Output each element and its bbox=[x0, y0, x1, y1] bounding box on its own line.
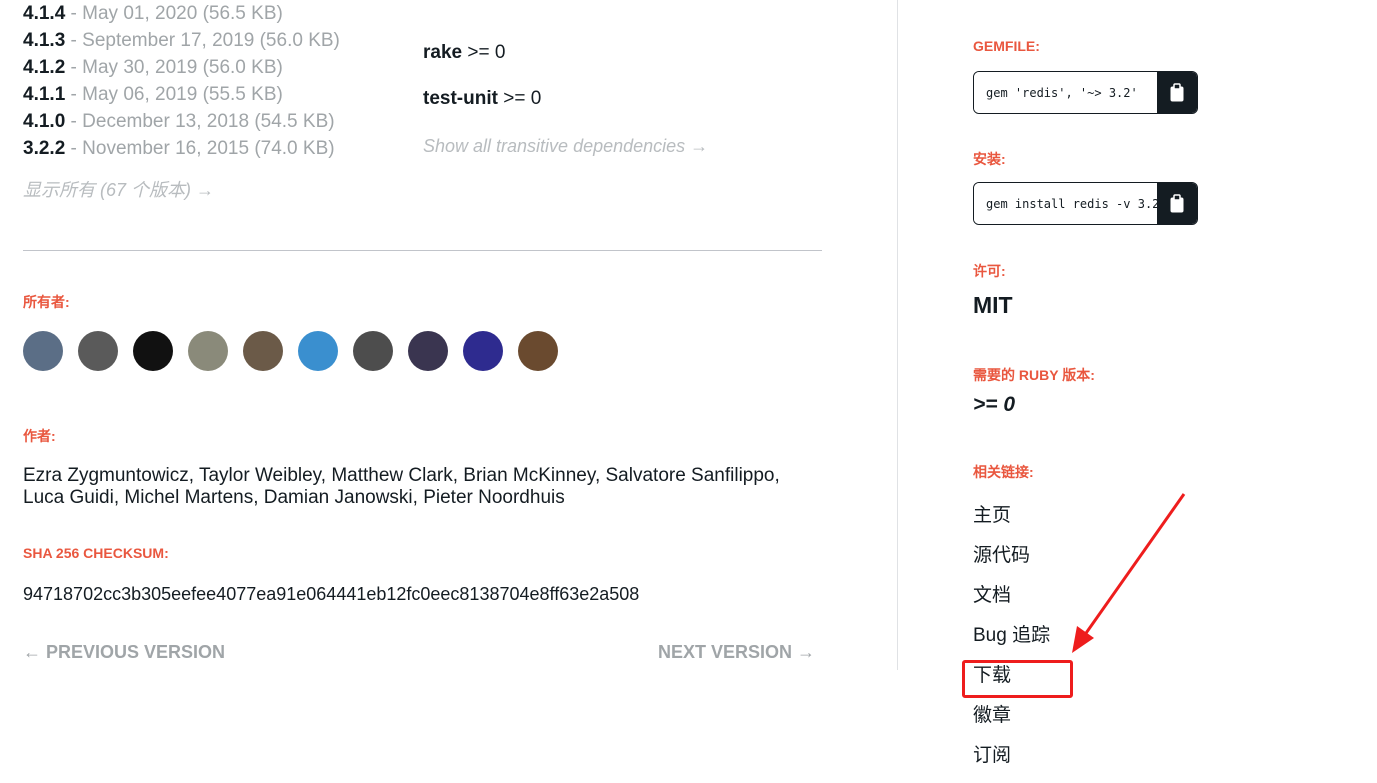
dependency-name[interactable]: rake bbox=[423, 42, 462, 63]
next-version-link[interactable]: NEXT VERSION → bbox=[658, 642, 815, 663]
avatar[interactable] bbox=[353, 331, 393, 371]
version-meta: - May 30, 2019 (56.0 KB) bbox=[70, 57, 283, 78]
copy-gemfile-button[interactable] bbox=[1157, 72, 1197, 113]
previous-version-link[interactable]: ← PREVIOUS VERSION bbox=[23, 642, 225, 663]
links-label: 相关链接: bbox=[973, 464, 1034, 480]
avatar[interactable] bbox=[408, 331, 448, 371]
badge-link[interactable]: 徽章 bbox=[973, 703, 1050, 743]
authors-label: 作者: bbox=[23, 428, 56, 444]
license-label: 许可: bbox=[973, 263, 1006, 279]
sidebar-divider bbox=[897, 0, 898, 670]
version-number[interactable]: 4.1.4 bbox=[23, 3, 65, 24]
license-value: MIT bbox=[973, 292, 1013, 318]
avatar[interactable] bbox=[133, 331, 173, 371]
sha-label: SHA 256 CHECKSUM: bbox=[23, 545, 169, 561]
subscribe-link[interactable]: 订阅 bbox=[973, 743, 1050, 783]
divider bbox=[23, 250, 822, 251]
install-label: 安装: bbox=[973, 151, 1006, 167]
install-code-input[interactable] bbox=[974, 183, 1157, 224]
avatar[interactable] bbox=[463, 331, 503, 371]
version-item[interactable]: 4.1.2 - May 30, 2019 (56.0 KB) bbox=[23, 54, 340, 81]
version-item[interactable]: 4.1.0 - December 13, 2018 (54.5 KB) bbox=[23, 108, 340, 135]
version-meta: - November 16, 2015 (74.0 KB) bbox=[70, 138, 335, 159]
sha-checksum: 94718702cc3b305eefee4077ea91e064441eb12f… bbox=[23, 584, 640, 604]
documentation-link[interactable]: 文档 bbox=[973, 583, 1050, 623]
dependency-item[interactable]: rake >= 0 bbox=[423, 42, 505, 64]
version-meta: - May 06, 2019 (55.5 KB) bbox=[70, 84, 283, 105]
dependency-requirement: >= 0 bbox=[467, 42, 506, 63]
gemfile-label: GEMFILE: bbox=[973, 38, 1040, 54]
source-code-link[interactable]: 源代码 bbox=[973, 543, 1050, 583]
copy-install-button[interactable] bbox=[1157, 183, 1197, 224]
version-item[interactable]: 4.1.4 - May 01, 2020 (56.5 KB) bbox=[23, 0, 340, 27]
avatar[interactable] bbox=[518, 331, 558, 371]
version-item[interactable]: 4.1.1 - May 06, 2019 (55.5 KB) bbox=[23, 81, 340, 108]
gemfile-code-box bbox=[973, 71, 1198, 114]
avatar[interactable] bbox=[243, 331, 283, 371]
avatar[interactable] bbox=[78, 331, 118, 371]
install-code-box bbox=[973, 182, 1198, 225]
versions-list: 4.1.4 - May 01, 2020 (56.5 KB) 4.1.3 - S… bbox=[23, 0, 340, 162]
annotation-arrow-icon bbox=[1072, 493, 1186, 653]
homepage-link[interactable]: 主页 bbox=[973, 503, 1050, 543]
dependency-requirement: >= 0 bbox=[503, 88, 542, 109]
dependency-item[interactable]: test-unit >= 0 bbox=[423, 88, 541, 110]
show-transitive-dependencies-link[interactable]: Show all transitive dependencies → bbox=[423, 136, 708, 157]
version-meta: - May 01, 2020 (56.5 KB) bbox=[70, 3, 283, 24]
version-number[interactable]: 4.1.0 bbox=[23, 111, 65, 132]
bug-tracker-link[interactable]: Bug 追踪 bbox=[973, 623, 1050, 663]
owners-avatars bbox=[23, 331, 573, 371]
version-number[interactable]: 4.1.1 bbox=[23, 84, 65, 105]
version-meta: - December 13, 2018 (54.5 KB) bbox=[70, 111, 335, 132]
version-number[interactable]: 4.1.3 bbox=[23, 30, 65, 51]
avatar[interactable] bbox=[188, 331, 228, 371]
owners-label: 所有者: bbox=[23, 294, 70, 310]
clipboard-icon bbox=[1170, 193, 1184, 212]
ruby-version-value: >= 0 bbox=[973, 393, 1016, 416]
download-highlight-box bbox=[962, 660, 1073, 698]
version-number[interactable]: 4.1.2 bbox=[23, 57, 65, 78]
version-item[interactable]: 3.2.2 - November 16, 2015 (74.0 KB) bbox=[23, 135, 340, 162]
avatar[interactable] bbox=[23, 331, 63, 371]
links-list: 主页 源代码 文档 Bug 追踪 下载 徽章 订阅 bbox=[973, 503, 1050, 783]
ruby-version-label: 需要的 RUBY 版本: bbox=[973, 367, 1095, 383]
version-meta: - September 17, 2019 (56.0 KB) bbox=[70, 30, 340, 51]
authors-text: Ezra Zygmuntowicz, Taylor Weibley, Matth… bbox=[23, 465, 780, 508]
version-number[interactable]: 3.2.2 bbox=[23, 138, 65, 159]
show-all-versions-link[interactable]: 显示所有 (67 个版本) → bbox=[23, 176, 214, 202]
dependency-name[interactable]: test-unit bbox=[423, 88, 498, 109]
version-item[interactable]: 4.1.3 - September 17, 2019 (56.0 KB) bbox=[23, 27, 340, 54]
gemfile-code-input[interactable] bbox=[974, 72, 1157, 113]
avatar[interactable] bbox=[298, 331, 338, 371]
clipboard-icon bbox=[1170, 82, 1184, 101]
